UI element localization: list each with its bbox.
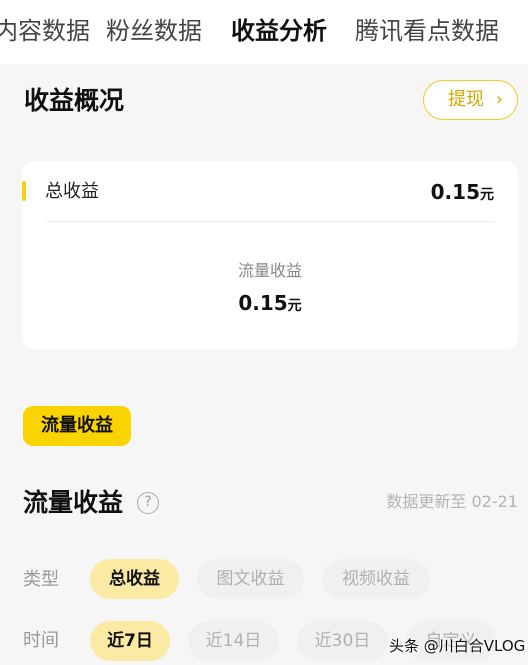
- tab-kandian-data[interactable]: 腾讯看点数据: [355, 14, 499, 48]
- time-filter-label: 时间: [23, 630, 59, 651]
- withdraw-button-label: 提现: [448, 89, 484, 110]
- income-summary-card: 总收益 0.15元 流量收益 0.15元: [22, 161, 518, 349]
- card-divider: [45, 221, 494, 222]
- total-income-label: 总收益: [45, 181, 99, 202]
- flow-income-amount: 0.15: [238, 291, 288, 315]
- total-income-value: 0.15元: [431, 177, 494, 210]
- time-chip-7-days[interactable]: 近7日: [90, 621, 170, 661]
- time-chip-30-days[interactable]: 近30日: [297, 621, 388, 661]
- card-accent-bar: [22, 181, 26, 201]
- type-chip-total-income[interactable]: 总收益: [90, 559, 179, 599]
- type-chip-video-income[interactable]: 视频收益: [322, 559, 430, 599]
- flow-income-section-title: 流量收益: [23, 488, 124, 517]
- total-income-amount: 0.15: [430, 180, 480, 204]
- tab-fans-data[interactable]: 粉丝数据: [106, 14, 202, 48]
- total-income-unit: 元: [480, 187, 494, 203]
- data-updated-date: 数据更新至 02-21: [386, 492, 518, 511]
- overview-title: 收益概况: [24, 86, 125, 115]
- flow-income-unit: 元: [287, 298, 302, 314]
- tab-content-data[interactable]: 内容数据: [0, 14, 90, 48]
- chevron-right-icon: ›: [495, 89, 503, 110]
- flow-income-tag[interactable]: 流量收益: [23, 406, 131, 446]
- type-chip-article-income[interactable]: 图文收益: [197, 559, 304, 599]
- type-filter-label: 类型: [23, 569, 59, 590]
- tab-income-analysis[interactable]: 收益分析: [231, 14, 327, 48]
- help-icon[interactable]: ?: [137, 492, 159, 514]
- withdraw-button[interactable]: 提现 ›: [423, 80, 518, 120]
- flow-income-value: 0.15元: [22, 288, 518, 321]
- time-chip-14-days[interactable]: 近14日: [188, 621, 279, 661]
- source-watermark: 头条 @川白合VLOG: [389, 637, 526, 655]
- flow-income-label: 流量收益: [237, 261, 302, 280]
- top-tab-bar: 内容数据 粉丝数据 收益分析 腾讯看点数据: [0, 0, 528, 64]
